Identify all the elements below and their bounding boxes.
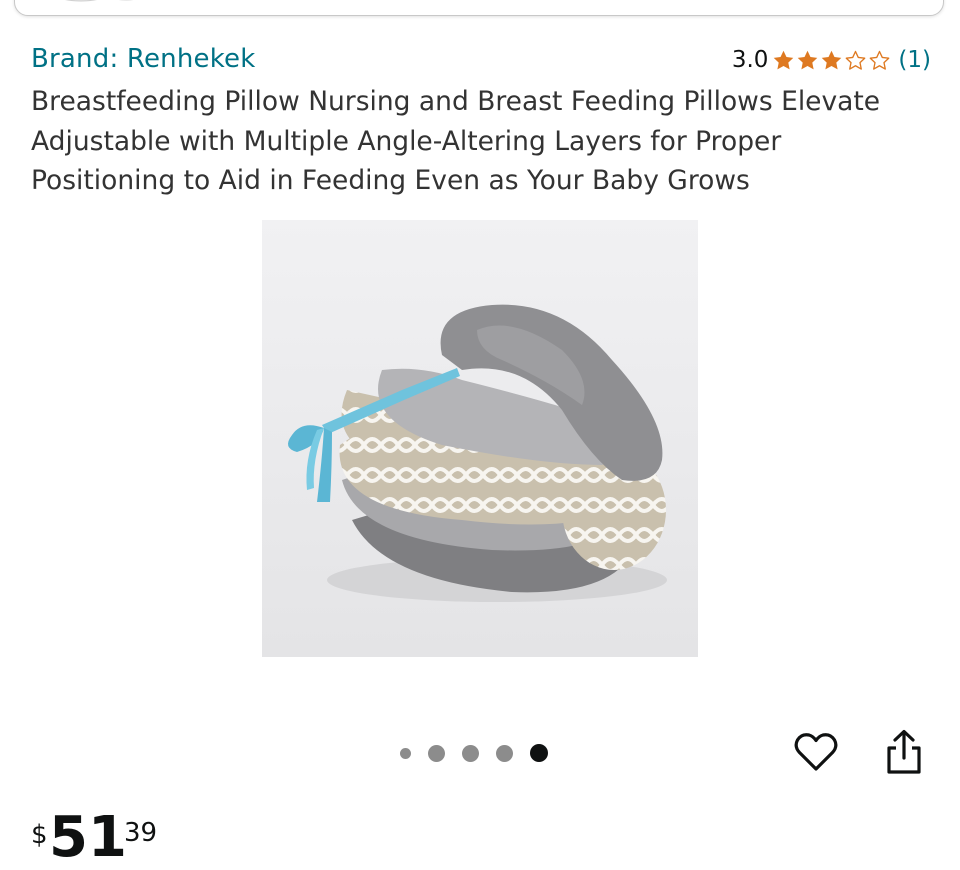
star-rating — [772, 49, 892, 72]
star-empty-icon — [846, 50, 866, 70]
product-title: Breastfeeding Pillow Nursing and Breast … — [31, 86, 881, 196]
product-image[interactable] — [262, 220, 698, 657]
star-full-icon — [822, 50, 842, 69]
share-button[interactable] — [882, 728, 926, 776]
carousel-dot[interactable] — [496, 744, 513, 762]
star-full-icon — [774, 50, 794, 69]
rating-value: 3.0 — [731, 47, 769, 73]
carousel-indicator[interactable] — [400, 742, 548, 764]
review-count-link[interactable]: (1) — [898, 47, 931, 73]
previous-card — [14, 0, 944, 16]
price-whole: 51 — [49, 805, 127, 870]
heart-icon — [794, 733, 838, 771]
wishlist-button[interactable] — [792, 728, 840, 776]
brand-link[interactable]: Brand: Renhekek — [31, 44, 256, 74]
share-icon — [887, 729, 921, 774]
brand-rating-row: Brand: Renhekek 3.0 (1) — [31, 44, 931, 80]
rating[interactable]: 3.0 (1) — [732, 45, 931, 75]
carousel-dot-active[interactable] — [530, 744, 548, 762]
thumbnail-icon — [65, 0, 134, 2]
carousel-dot[interactable] — [428, 744, 445, 762]
carousel-dot[interactable] — [400, 747, 411, 759]
price-currency-symbol: $ — [31, 820, 48, 850]
carousel-dot[interactable] — [462, 744, 479, 762]
star-empty-icon — [870, 50, 890, 70]
nursing-pillow-photo — [262, 220, 698, 657]
star-full-icon — [798, 50, 818, 69]
